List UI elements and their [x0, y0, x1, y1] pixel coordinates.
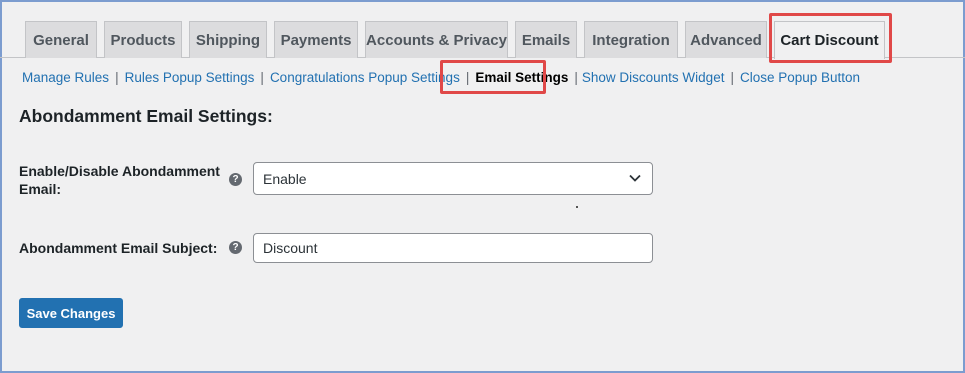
section-title: Abondamment Email Settings:: [19, 106, 273, 126]
chevron-down-icon: [629, 174, 641, 182]
subnav-email-settings[interactable]: Email Settings: [475, 70, 568, 85]
help-icon[interactable]: ?: [229, 241, 242, 254]
tab-label: General: [33, 31, 89, 49]
tab-integration[interactable]: Integration: [584, 21, 678, 58]
tab-general[interactable]: General: [25, 21, 97, 58]
help-icon[interactable]: ?: [229, 173, 242, 186]
tab-emails[interactable]: Emails: [515, 21, 577, 58]
enable-email-selected-value: Enable: [263, 170, 307, 187]
tab-label: Emails: [521, 31, 571, 49]
email-subject-label: Abondamment Email Subject:: [19, 240, 218, 256]
subnav-separator: |: [574, 69, 578, 85]
enable-email-label: Enable/Disable Abondamment Email:: [19, 162, 220, 198]
tab-cart-discount[interactable]: Cart Discount: [774, 21, 885, 59]
subnav-separator: |: [115, 69, 119, 85]
tab-label: Shipping: [195, 31, 261, 49]
stray-dot: [576, 206, 578, 208]
tab-label: Integration: [592, 31, 670, 49]
subnav-links: Manage Rules | Rules Popup Settings | Co…: [22, 67, 860, 87]
subnav-separator: |: [465, 69, 470, 85]
tab-label: Advanced: [690, 31, 762, 49]
subnav-show-discounts-widget[interactable]: Show Discounts Widget: [582, 70, 725, 85]
tab-label: Payments: [280, 31, 352, 49]
save-changes-button[interactable]: Save Changes: [19, 298, 123, 328]
enable-email-label-line2: Email:: [19, 181, 62, 197]
tab-accounts-privacy[interactable]: Accounts & Privacy: [365, 21, 508, 58]
tab-products[interactable]: Products: [104, 21, 182, 58]
tab-label: Cart Discount: [780, 32, 879, 49]
tab-label: Accounts & Privacy: [366, 31, 507, 49]
subnav-manage-rules[interactable]: Manage Rules: [22, 70, 109, 85]
subnav-close-popup-button[interactable]: Close Popup Button: [740, 70, 860, 85]
subnav-congratulations-popup-settings[interactable]: Congratulations Popup Settings: [270, 70, 460, 85]
settings-tabs: General Products Shipping Payments Accou…: [0, 21, 965, 59]
subnav-rules-popup-settings[interactable]: Rules Popup Settings: [125, 70, 255, 85]
tab-payments[interactable]: Payments: [274, 21, 358, 58]
subnav-separator: |: [730, 69, 734, 85]
email-subject-input[interactable]: [253, 233, 653, 263]
enable-email-select[interactable]: Enable: [253, 162, 653, 195]
tab-label: Products: [110, 31, 176, 49]
tab-advanced[interactable]: Advanced: [685, 21, 767, 58]
tab-shipping[interactable]: Shipping: [189, 21, 267, 58]
subnav-separator: |: [260, 69, 264, 85]
enable-email-label-line1: Enable/Disable Abondamment: [19, 163, 220, 179]
